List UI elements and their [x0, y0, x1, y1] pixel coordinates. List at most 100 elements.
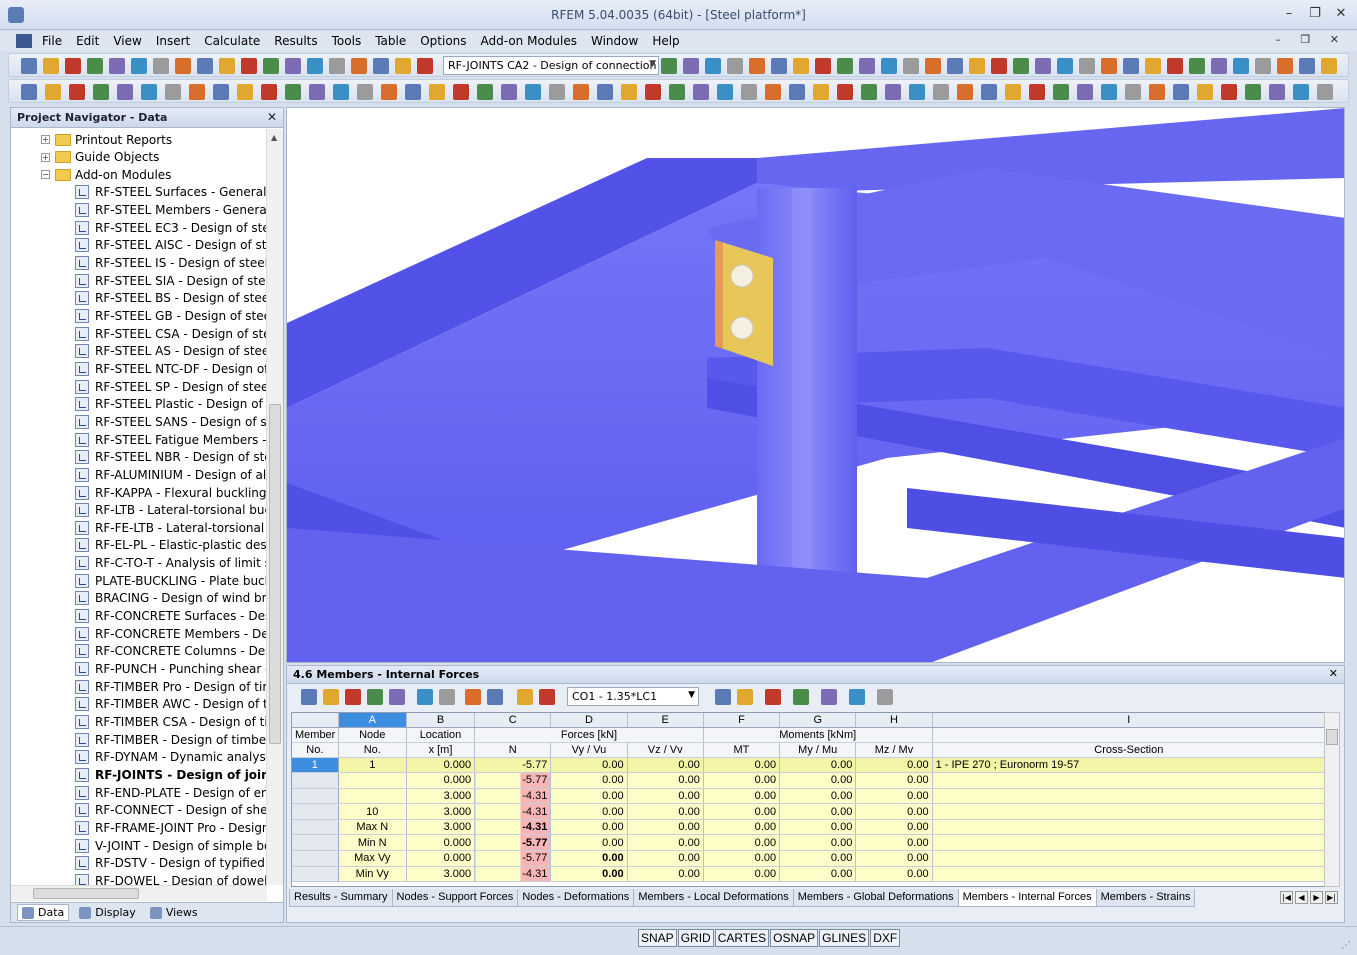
tree-item[interactable]: PLATE-BUCKLING - Plate buckli	[75, 572, 267, 589]
tree-item[interactable]: RF-EL-PL - Elastic-plastic design	[75, 537, 267, 554]
toolbar-tool-icon[interactable]	[261, 84, 277, 100]
cartes-toggle[interactable]: CARTES	[714, 929, 770, 947]
tree-item[interactable]: − Add-on Modules	[41, 166, 171, 183]
toolbar-tool-icon[interactable]	[525, 84, 541, 100]
toolbar-tool-icon[interactable]	[1057, 58, 1073, 74]
toolbar-tool-icon[interactable]	[1101, 58, 1117, 74]
toolbar-tool-icon[interactable]	[307, 58, 323, 74]
cell-mt[interactable]: 0.00	[703, 803, 781, 820]
cell-cross-section[interactable]	[932, 819, 1324, 836]
tree-item[interactable]: RF-KAPPA - Flexural buckling ar	[75, 484, 267, 501]
cell-my[interactable]: 0.00	[779, 819, 857, 836]
cell-mt[interactable]: 0.00	[703, 819, 781, 836]
expand-icon[interactable]: +	[41, 152, 50, 162]
toolbar-tool-icon[interactable]	[861, 84, 877, 100]
cell-my[interactable]: 0.00	[779, 803, 857, 820]
toolbar-tool-icon[interactable]	[815, 58, 831, 74]
cell-member-no[interactable]	[292, 772, 339, 789]
cell-n[interactable]: -5.77	[474, 772, 552, 789]
table-row[interactable]: Min N 0.000 -5.77 0.00 0.00 0.00 0.00 0.00	[292, 834, 1324, 852]
toolbar-tool-icon[interactable]	[213, 84, 229, 100]
toolbar-tool-icon[interactable]	[771, 58, 787, 74]
toolbar-tool-icon[interactable]	[1245, 84, 1261, 100]
toolbar-tool-icon[interactable]	[1269, 84, 1285, 100]
table-tool-icon[interactable]	[849, 689, 865, 705]
cell-x[interactable]: 0.000	[406, 772, 476, 789]
tree-item[interactable]: BRACING - Design of wind braci	[75, 590, 267, 607]
toolbar-tool-icon[interactable]	[1125, 84, 1141, 100]
cell-vy[interactable]: 0.00	[550, 757, 628, 774]
toolbar-tool-icon[interactable]	[333, 84, 349, 100]
snap-toggle[interactable]: SNAP	[638, 929, 677, 947]
toolbar-tool-icon[interactable]	[683, 58, 699, 74]
toolbar-tool-icon[interactable]	[1079, 58, 1095, 74]
toolbar-tool-icon[interactable]	[969, 58, 985, 74]
menu-help[interactable]: Help	[652, 34, 679, 48]
tree-item[interactable]: RF-LTB - Lateral-torsional buckl	[75, 502, 267, 519]
tree-item[interactable]: RF-PUNCH - Punching shear de	[75, 661, 267, 678]
tree-item[interactable]: RF-STEEL BS - Design of steel m	[75, 290, 267, 307]
document-icon[interactable]	[16, 34, 32, 48]
cell-vz[interactable]: 0.00	[627, 803, 704, 820]
toolbar-tool-icon[interactable]	[219, 58, 235, 74]
toolbar-tool-icon[interactable]	[285, 84, 301, 100]
toolbar-tool-icon[interactable]	[749, 58, 765, 74]
table-tool-icon[interactable]	[821, 689, 837, 705]
tree-item[interactable]: RF-STEEL Members - General str	[75, 202, 267, 219]
table-row[interactable]: 3.000 -4.31 0.00 0.00 0.00 0.00 0.00	[292, 788, 1324, 805]
cell-member-no[interactable]	[292, 819, 339, 836]
toolbar-tool-icon[interactable]	[1005, 84, 1021, 100]
toolbar-tool-icon[interactable]	[789, 84, 805, 100]
cell-vy[interactable]: 0.00	[550, 850, 628, 867]
cell-node[interactable]: Max Vy	[338, 850, 407, 867]
cell-n[interactable]: -4.31	[474, 788, 552, 805]
toolbar-tool-icon[interactable]	[1317, 84, 1333, 100]
toolbar-tool-icon[interactable]	[237, 84, 253, 100]
close-icon[interactable]: ✕	[1329, 667, 1338, 680]
column-letter-h[interactable]: H	[855, 713, 933, 728]
toolbar-tool-icon[interactable]	[621, 84, 637, 100]
toolbar-tool-icon[interactable]	[1189, 58, 1205, 74]
toolbar-tool-icon[interactable]	[43, 58, 59, 74]
cell-member-no[interactable]	[292, 834, 339, 852]
toolbar-tool-icon[interactable]	[285, 58, 301, 74]
toolbar-tool-icon[interactable]	[189, 84, 205, 100]
fin-plate[interactable]	[715, 240, 773, 366]
toolbar-tool-icon[interactable]	[1101, 84, 1117, 100]
toolbar-tool-icon[interactable]	[1167, 58, 1183, 74]
toolbar-tool-icon[interactable]	[351, 58, 367, 74]
table-tool-icon[interactable]	[439, 689, 455, 705]
table-row[interactable]: Min Vy 3.000 -4.31 0.00 0.00 0.00 0.00 0.00	[292, 866, 1324, 883]
cell-cross-section[interactable]	[932, 788, 1324, 805]
toolbar-tool-icon[interactable]	[153, 58, 169, 74]
module-select[interactable]: RF-JOINTS CA2 - Design of connection ▼	[443, 56, 659, 75]
cell-my[interactable]: 0.00	[779, 772, 857, 789]
tree-item[interactable]: RF-STEEL NBR - Design of steel i	[75, 449, 267, 466]
toolbar-tool-icon[interactable]	[573, 84, 589, 100]
toolbar-tool-icon[interactable]	[1077, 84, 1093, 100]
tree-item[interactable]: RF-STEEL AISC - Design of steel	[75, 237, 267, 254]
toolbar-tool-icon[interactable]	[93, 84, 109, 100]
dxf-toggle[interactable]: DXF	[870, 929, 901, 947]
tab-display[interactable]: Display	[75, 905, 140, 920]
menu-edit[interactable]: Edit	[76, 34, 99, 48]
cell-vy[interactable]: 0.00	[550, 819, 628, 836]
toolbar-tool-icon[interactable]	[1145, 58, 1161, 74]
cell-node[interactable]: Min Vy	[338, 866, 407, 883]
cell-mt[interactable]: 0.00	[703, 757, 781, 774]
menu-calculate[interactable]: Calculate	[204, 34, 260, 48]
toolbar-tool-icon[interactable]	[1197, 84, 1213, 100]
table-row[interactable]: Max Vy 0.000 -5.77 0.00 0.00 0.00 0.00 0.00	[292, 850, 1324, 867]
column-letter-i[interactable]: I	[932, 713, 1324, 728]
cell-vy[interactable]: 0.00	[550, 803, 628, 820]
tree-item[interactable]: RF-JOINTS - Design of joints	[75, 766, 267, 783]
toolbar-tool-icon[interactable]	[669, 84, 685, 100]
navigator-horizontal-scrollbar[interactable]	[11, 885, 267, 901]
cell-mz[interactable]: 0.00	[855, 788, 933, 805]
tree-item[interactable]: + Printout Reports	[41, 131, 172, 148]
cell-member-no[interactable]	[292, 803, 339, 820]
cell-mz[interactable]: 0.00	[855, 772, 933, 789]
column-letter-g[interactable]: G	[779, 713, 857, 728]
cell-n[interactable]: -5.77	[474, 834, 552, 852]
toolbar-tool-icon[interactable]	[903, 58, 919, 74]
